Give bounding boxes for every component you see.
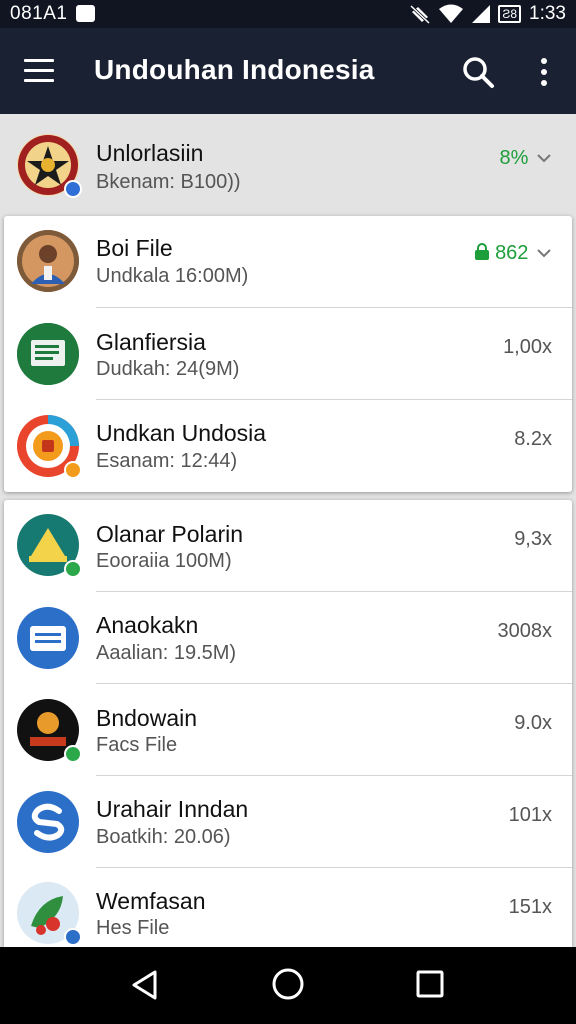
chevron-down-icon[interactable] [536,152,552,164]
item-meta: 9,3x [514,528,552,550]
search-icon[interactable] [460,54,496,90]
lock-icon [474,243,489,260]
list-item[interactable]: Anaokakn Aaalian: 19.5M) 3008x [4,592,572,684]
item-meta: 9.0x [514,712,552,734]
wifi-icon [439,4,464,23]
download-card: Boi File Undkala 16:00M) 862 Glanfiersia… [4,216,572,492]
item-meta: 3008x [497,620,553,642]
list-item[interactable]: Undkan Undosia Esanam: 12:44) 8.2x [4,400,572,492]
item-subtitle: Hes File [96,917,170,939]
message-app-avatar [17,607,79,669]
notification-icon [76,5,95,22]
item-meta-value: 8% [499,147,529,169]
item-name: Glanfiersia [96,329,206,355]
item-meta: 862 [474,242,553,265]
item-meta: 8% [500,147,552,170]
list-item[interactable]: Glanfiersia Dudkah: 24(9M) 1,00x [4,308,572,400]
item-meta: 151x [508,896,552,918]
mute-icon [410,4,431,25]
item-meta: 101x [508,804,552,826]
item-name: Wemfasan [96,888,206,914]
teal-app-avatar [17,514,82,578]
item-meta-value: 862 [495,242,529,264]
item-subtitle: Facs File [96,734,178,756]
item-name: Boi File [96,235,173,261]
document-app-avatar [17,323,79,385]
list-item[interactable]: Bndowain Facs File 9.0x [4,684,572,776]
hamburger-menu-icon[interactable] [24,57,56,85]
list-item[interactable]: Urahair Inndan Boatkih: 20.06) 101x [4,776,572,868]
item-name: Undkan Undosia [96,420,267,446]
navigation-bar [0,947,576,1024]
item-meta: 1,00x [503,336,552,358]
status-clock: 1:33 [529,3,566,24]
app-badge-icon [64,745,82,763]
item-subtitle: Dudkah: 24(9M) [96,358,240,380]
emblem-avatar [17,134,82,198]
item-name: Bndowain [96,705,198,731]
nav-recents-icon[interactable] [416,970,444,998]
app-badge-icon [64,461,82,479]
item-name: Anaokakn [96,612,199,638]
app-bar: Undouhan Indonesia [0,28,576,114]
status-icons: Ƨ8 1:33 [408,2,566,26]
bendowain-avatar [17,699,82,763]
app-badge-icon [64,180,82,198]
item-name: Olanar Polarin [96,521,244,547]
item-name: Unlorlasiin [96,140,204,166]
signal-icon [472,5,491,23]
chevron-down-icon[interactable] [536,247,552,259]
ring-app-avatar [17,415,82,479]
item-subtitle: Aaalian: 19.5M) [96,642,237,664]
item-subtitle: Esanam: 12:44) [96,450,238,472]
item-subtitle: Undkala 16:00M) [96,265,249,287]
list-item[interactable]: Olanar Polarin Eooraiia 100M) 9,3x [4,500,572,592]
list-item[interactable]: Boi File Undkala 16:00M) 862 [4,216,572,308]
app-title: Undouhan Indonesia [94,54,375,85]
more-vert-icon[interactable] [532,54,556,90]
item-name: Urahair Inndan [96,796,249,822]
nav-home-icon[interactable] [271,967,305,1001]
person-avatar [17,230,79,292]
blue-s-app-avatar [17,791,79,853]
plant-app-avatar [17,882,82,946]
status-bar: 081A1 Ƨ8 1:33 [0,0,576,28]
status-time-left: 081A1 [10,3,68,24]
list-item[interactable]: Unlorlasiin Bkenam: B100)) 8% [0,120,576,212]
item-subtitle: Bkenam: B100)) [96,171,241,193]
battery-icon: Ƨ8 [498,5,522,23]
item-subtitle: Boatkih: 20.06) [96,826,231,848]
item-meta: 8.2x [514,428,552,450]
app-badge-icon [64,928,82,946]
item-subtitle: Eooraiia 100M) [96,550,232,572]
download-card: Olanar Polarin Eooraiia 100M) 9,3x Anaok… [4,500,572,950]
app-badge-icon [64,560,82,578]
nav-back-icon[interactable] [130,969,160,1001]
list-item[interactable]: Wemfasan Hes File 151x [4,868,572,950]
